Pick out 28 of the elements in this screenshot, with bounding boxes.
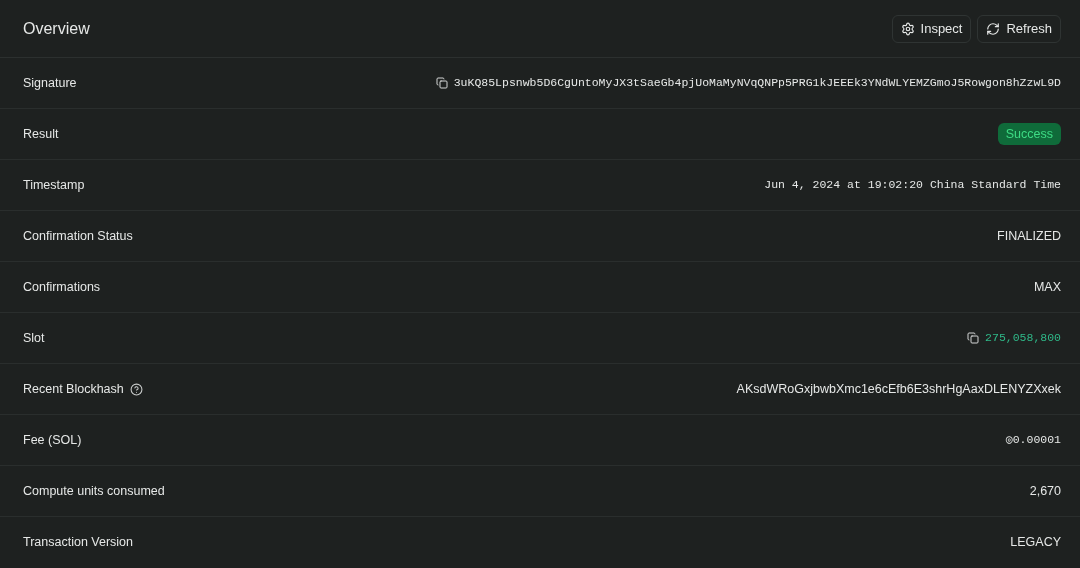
field-value: Jun 4, 2024 at 19:02:20 China Standard Time bbox=[764, 177, 1061, 194]
inspect-button[interactable]: Inspect bbox=[891, 14, 972, 43]
field-label: Compute units consumed bbox=[23, 482, 165, 500]
copy-icon[interactable] bbox=[967, 332, 980, 344]
field-label: Signature bbox=[23, 74, 77, 92]
field-value: 3uKQ85Lpsnwb5D6CgUntoMyJX3tSaeGb4pjUoMaMyNVqQNPp5PRG1kJEEEk3YNdWLYEMZGmoJ5Rowgon8hZzwL9D bbox=[453, 75, 1061, 92]
refresh-icon bbox=[986, 21, 1001, 36]
field-value: 2,670 bbox=[1029, 482, 1061, 500]
field-label: Confirmations bbox=[23, 278, 101, 296]
field-label: Recent Blockhash bbox=[23, 380, 124, 398]
slot-link[interactable]: 275,058,800 bbox=[985, 329, 1061, 347]
field-value: LEGACY bbox=[1010, 534, 1061, 552]
field-value: FINALIZED bbox=[997, 227, 1061, 245]
status-badge: Success bbox=[997, 122, 1061, 146]
field-label: Result bbox=[23, 125, 59, 143]
field-label: Confirmation Status bbox=[23, 227, 133, 245]
field-value: AKsdWRoGxjbwbXmc1e6cEfb6E3shrHgAaxDLENYZXxek bbox=[736, 380, 1061, 398]
copy-icon[interactable] bbox=[435, 77, 448, 89]
help-icon[interactable] bbox=[129, 382, 143, 396]
refresh-button[interactable]: Refresh bbox=[977, 14, 1061, 43]
card-title: Overview bbox=[23, 18, 90, 39]
field-label: Timestamp bbox=[23, 176, 85, 194]
field-label: Transaction Version bbox=[23, 534, 133, 552]
field-value: MAX bbox=[1033, 278, 1061, 296]
field-value: ◎0.00001 bbox=[1005, 432, 1061, 449]
field-label: Slot bbox=[23, 329, 45, 347]
gear-icon bbox=[900, 21, 915, 36]
field-label: Fee (SOL) bbox=[23, 431, 82, 449]
